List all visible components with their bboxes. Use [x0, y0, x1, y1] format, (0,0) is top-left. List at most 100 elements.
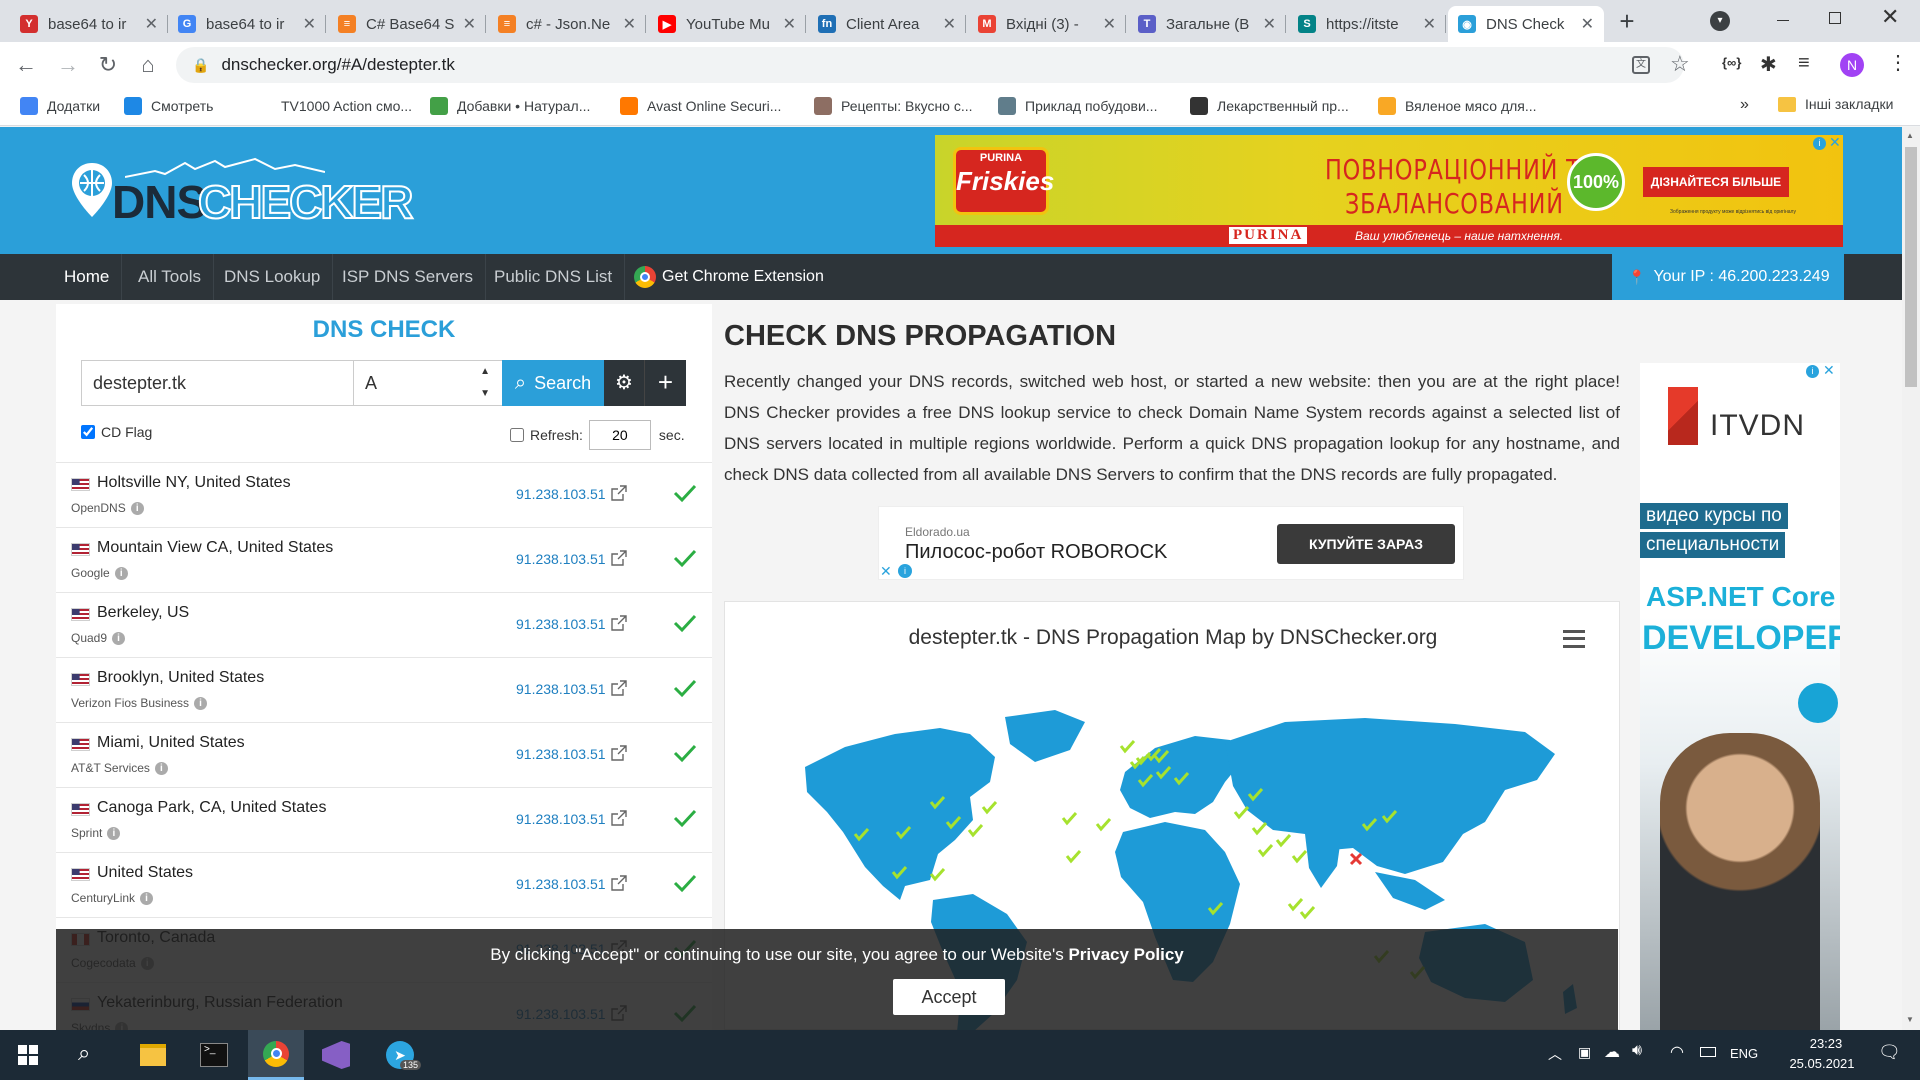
browser-tab[interactable]: Ybase64 to ir ✕	[10, 6, 168, 42]
extensions-puzzle-icon[interactable]: ✱	[1760, 52, 1777, 77]
mid-ad-close-icon[interactable]: ✕	[880, 563, 892, 579]
add-button[interactable]: +	[644, 360, 686, 406]
bookmark-item[interactable]: Avast Online Securi...	[620, 97, 781, 115]
mid-ad-banner[interactable]: Eldorado.ua Пилосос-робот ROBOROCK КУПУЙ…	[878, 506, 1464, 580]
nav-dns-lookup[interactable]: DNS Lookup	[212, 254, 334, 300]
external-link-icon[interactable]	[611, 680, 627, 696]
result-ip-link[interactable]: 91.238.103.51	[516, 551, 606, 567]
browser-tab[interactable]: Shttps://itste ✕	[1288, 6, 1446, 42]
browser-tab[interactable]: ▶ YouTube Mu ✕	[648, 6, 806, 42]
nav-isp-dns-servers[interactable]: ISP DNS Servers	[330, 254, 487, 300]
info-icon[interactable]: i	[194, 696, 208, 710]
extension-json-icon[interactable]: {∞}	[1722, 55, 1741, 70]
browser-menu-icon[interactable]: ⋮	[1888, 50, 1908, 75]
result-ip-link[interactable]: 91.238.103.51	[516, 746, 606, 762]
external-link-icon[interactable]	[611, 550, 627, 566]
wifi-icon[interactable]: ◠	[1670, 1042, 1684, 1062]
more-bookmarks-button[interactable]: »	[1740, 96, 1749, 114]
ad-cta-button[interactable]: ДІЗНАЙТЕСЯ БІЛЬШЕ	[1643, 167, 1789, 197]
record-type-select[interactable]: A ▲ ▼	[353, 360, 503, 406]
cd-flag-option[interactable]: CD Flag	[81, 424, 152, 440]
profile-avatar[interactable]: N	[1840, 53, 1864, 77]
scroll-up-arrow[interactable]: ▲	[1906, 131, 1914, 140]
result-ip-link[interactable]: 91.238.103.51	[516, 681, 606, 697]
bookmark-item[interactable]: Лекарственный пр...	[1190, 97, 1349, 115]
info-icon[interactable]: i	[112, 631, 126, 645]
browser-tab[interactable]: fn Client Area ✕	[808, 6, 966, 42]
domain-input[interactable]	[81, 360, 354, 406]
nav-all-tools[interactable]: All Tools	[126, 254, 214, 300]
close-tab-icon[interactable]: ✕	[463, 14, 476, 34]
close-tab-icon[interactable]: ✕	[1423, 14, 1436, 34]
adchoices-icon[interactable]: i	[1813, 137, 1826, 150]
browser-tab[interactable]: M Вхідні (3) - ✕	[968, 6, 1126, 42]
info-icon[interactable]: i	[130, 501, 144, 515]
ad-close-icon[interactable]: ✕	[1829, 135, 1841, 151]
refresh-checkbox[interactable]	[510, 428, 524, 442]
browser-tab[interactable]: ◉ DNS Check ✕	[1448, 6, 1604, 42]
accept-button[interactable]: Accept	[893, 979, 1005, 1015]
bookmark-item[interactable]: Добавки • Натурал...	[430, 97, 590, 115]
home-button[interactable]: ⌂	[132, 49, 164, 81]
bookmark-star-icon[interactable]: ☆	[1670, 51, 1690, 77]
scrollbar-thumb[interactable]	[1905, 147, 1917, 387]
bookmark-item[interactable]: Приклад побудови...	[998, 97, 1157, 115]
bookmark-item[interactable]: Рецепты: Вкусно с...	[814, 97, 973, 115]
info-icon[interactable]: i	[154, 761, 168, 775]
browser-tab[interactable]: T Загальне (В ✕	[1128, 6, 1286, 42]
top-ad-banner[interactable]: PURINA Friskies ПОВНОРАЦІОННИЙ ТА ЗБАЛАН…	[935, 135, 1843, 247]
bookmark-item[interactable]: TV1000 Action смо...	[254, 97, 412, 115]
close-tab-icon[interactable]: ✕	[303, 14, 316, 34]
browser-tab[interactable]: Gbase64 to ir ✕	[168, 6, 326, 42]
other-bookmarks[interactable]: Інші закладки	[1778, 96, 1893, 112]
side-ad-close-icon[interactable]: ✕	[1823, 363, 1835, 379]
info-icon[interactable]: i	[140, 891, 154, 905]
volume-icon[interactable]: 🔊︎	[1632, 1042, 1642, 1060]
external-link-icon[interactable]	[611, 810, 627, 826]
show-hidden-icons[interactable]: ︿	[1548, 1044, 1562, 1064]
close-tab-icon[interactable]: ✕	[145, 14, 158, 34]
visual-studio-icon[interactable]	[322, 1041, 350, 1069]
clock-date[interactable]: 25.05.2021	[1772, 1056, 1872, 1071]
info-icon[interactable]: i	[107, 826, 121, 840]
minimize-button[interactable]	[1777, 20, 1789, 21]
url-bar[interactable]: 🔒 dnschecker.org/#A/destepter.tk	[176, 47, 1684, 83]
reload-button[interactable]: ↻	[92, 49, 124, 81]
external-link-icon[interactable]	[611, 875, 627, 891]
tab-search-icon[interactable]: ▾	[1710, 11, 1730, 31]
site-logo[interactable]: DNS CHECKER	[70, 157, 414, 229]
close-window-button[interactable]: ✕	[1881, 4, 1899, 30]
meet-now-icon[interactable]: ▣	[1578, 1044, 1591, 1061]
refresh-seconds-input[interactable]	[588, 420, 651, 450]
scroll-down-arrow[interactable]: ▼	[1906, 1015, 1914, 1024]
external-link-icon[interactable]	[611, 485, 627, 501]
privacy-policy-link[interactable]: Privacy Policy	[1068, 945, 1183, 964]
close-tab-icon[interactable]: ✕	[1263, 14, 1276, 34]
mid-adchoices-icon[interactable]: i	[898, 564, 912, 578]
back-button[interactable]: ←	[10, 49, 42, 81]
onedrive-icon[interactable]: ☁	[1604, 1042, 1620, 1062]
lock-icon[interactable]: 🔒	[192, 57, 209, 74]
page-scrollbar[interactable]: ▲ ▼	[1902, 127, 1920, 1030]
chrome-extension-link[interactable]: Get Chrome Extension	[634, 254, 824, 300]
new-tab-button[interactable]: +	[1612, 6, 1642, 36]
result-ip-link[interactable]: 91.238.103.51	[516, 876, 606, 892]
result-ip-link[interactable]: 91.238.103.51	[516, 486, 606, 502]
close-tab-icon[interactable]: ✕	[783, 14, 796, 34]
mid-ad-cta[interactable]: КУПУЙТЕ ЗАРАЗ	[1277, 524, 1455, 564]
nav-public-dns-list[interactable]: Public DNS List	[482, 254, 626, 300]
notifications-icon[interactable]: 🗨︎	[1878, 1042, 1901, 1063]
bookmark-item[interactable]: Додатки	[20, 97, 100, 115]
result-ip-link[interactable]: 91.238.103.51	[516, 616, 606, 632]
translate-icon[interactable]: 文	[1632, 56, 1650, 74]
cd-flag-checkbox[interactable]	[81, 425, 95, 439]
taskbar-search-icon[interactable]: ⌕	[78, 1040, 90, 1066]
forward-button[interactable]: →	[52, 49, 84, 81]
windows-start-icon[interactable]	[18, 1045, 38, 1065]
bookmark-item[interactable]: Вяленое мясо для...	[1378, 97, 1537, 115]
chrome-taskbar-icon[interactable]	[248, 1030, 304, 1080]
map-menu-icon[interactable]	[1563, 630, 1585, 648]
battery-icon[interactable]	[1700, 1047, 1716, 1057]
side-ad-banner[interactable]: ITVDN видео курсы по специальности ASP.N…	[1640, 363, 1840, 1030]
side-adchoices-icon[interactable]: i	[1806, 365, 1819, 378]
